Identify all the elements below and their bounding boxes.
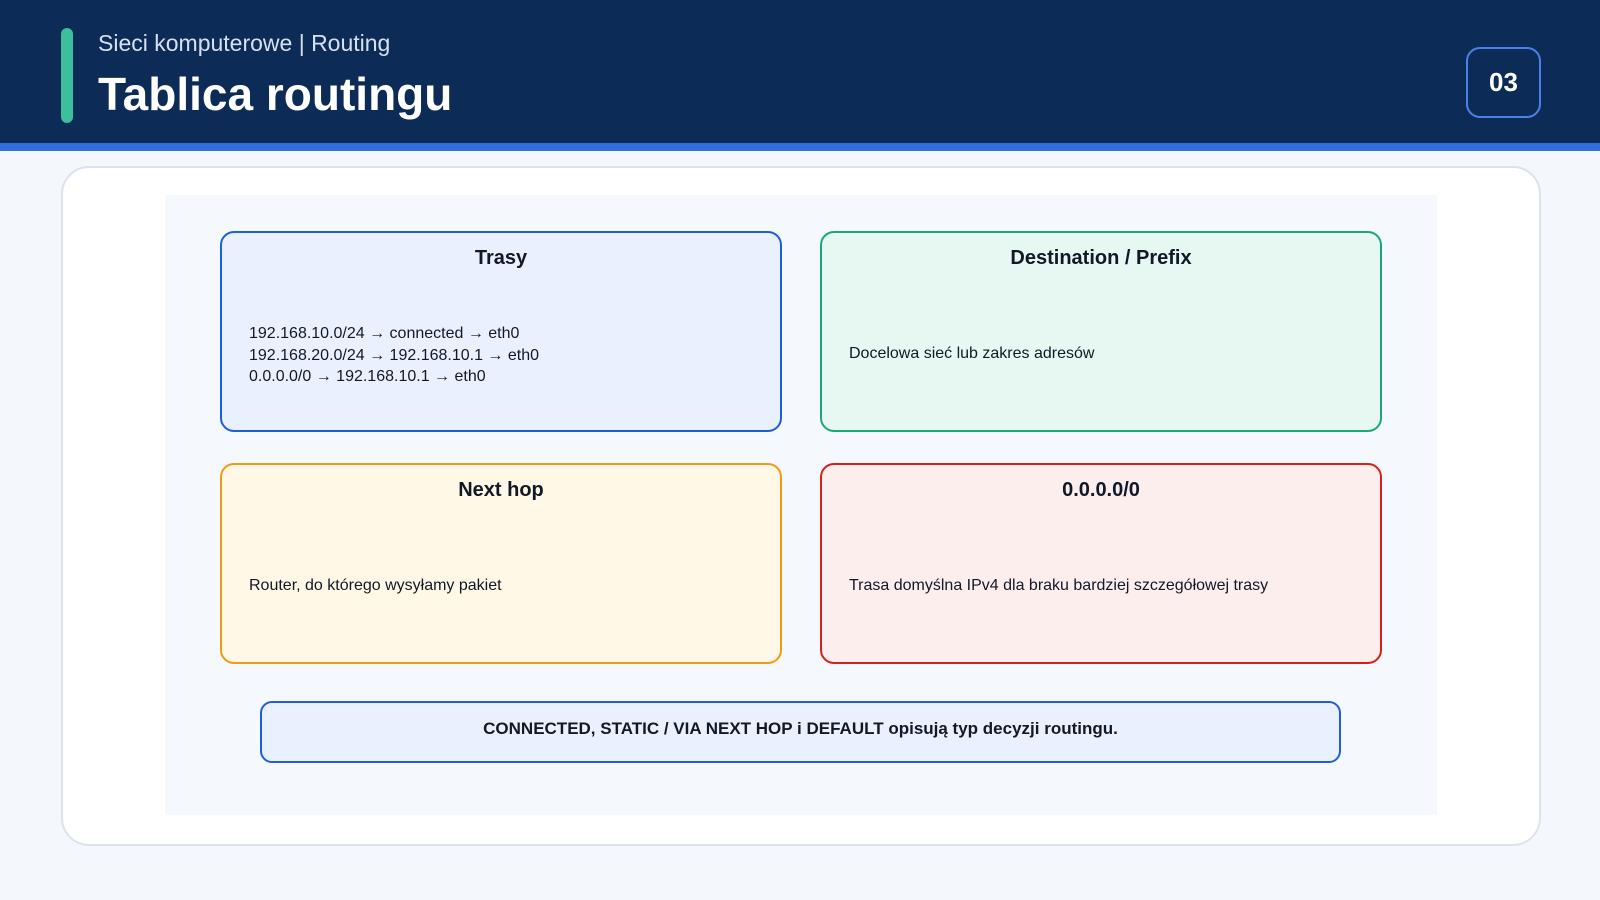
next-hop-box: Next hop Router, do którego wysyłamy pak… <box>220 463 782 664</box>
default-route-box-title: 0.0.0.0/0 <box>1062 479 1140 501</box>
next-hop-box-title: Next hop <box>458 479 544 501</box>
destination-box-title: Destination / Prefix <box>1010 247 1192 269</box>
default-route-box: 0.0.0.0/0 Trasa domyślna IPv4 dla braku … <box>820 463 1382 664</box>
page-number-badge: 03 <box>1466 47 1541 118</box>
route-line: 192.168.20.0/24 → 192.168.10.1 → eth0 <box>249 346 540 364</box>
slide-title: Tablica routingu <box>98 68 453 120</box>
summary-note: CONNECTED, STATIC / VIA NEXT HOP i DEFAU… <box>260 701 1341 763</box>
routes-box: Trasy 192.168.10.0/24 → connected → eth0… <box>220 231 782 432</box>
next-hop-box-body: Router, do którego wysyłamy pakiet <box>249 577 502 594</box>
routes-box-title: Trasy <box>474 247 528 269</box>
accent-bar <box>61 28 73 123</box>
routes-box-body: 192.168.10.0/24 → connected → eth0 192.1… <box>249 323 760 388</box>
slide-subtitle: Sieci komputerowe | Routing <box>98 30 391 56</box>
header-underline <box>0 143 1600 151</box>
route-line: 0.0.0.0/0 → 192.168.10.1 → eth0 <box>249 368 486 385</box>
destination-box-body: Docelowa sieć lub zakres adresów <box>849 345 1095 362</box>
destination-box: Destination / Prefix Docelowa sieć lub z… <box>820 231 1382 432</box>
default-route-box-body: Trasa domyślna IPv4 dla braku bardziej s… <box>849 577 1269 594</box>
route-line: 192.168.10.0/24 → connected → eth0 <box>249 325 520 342</box>
